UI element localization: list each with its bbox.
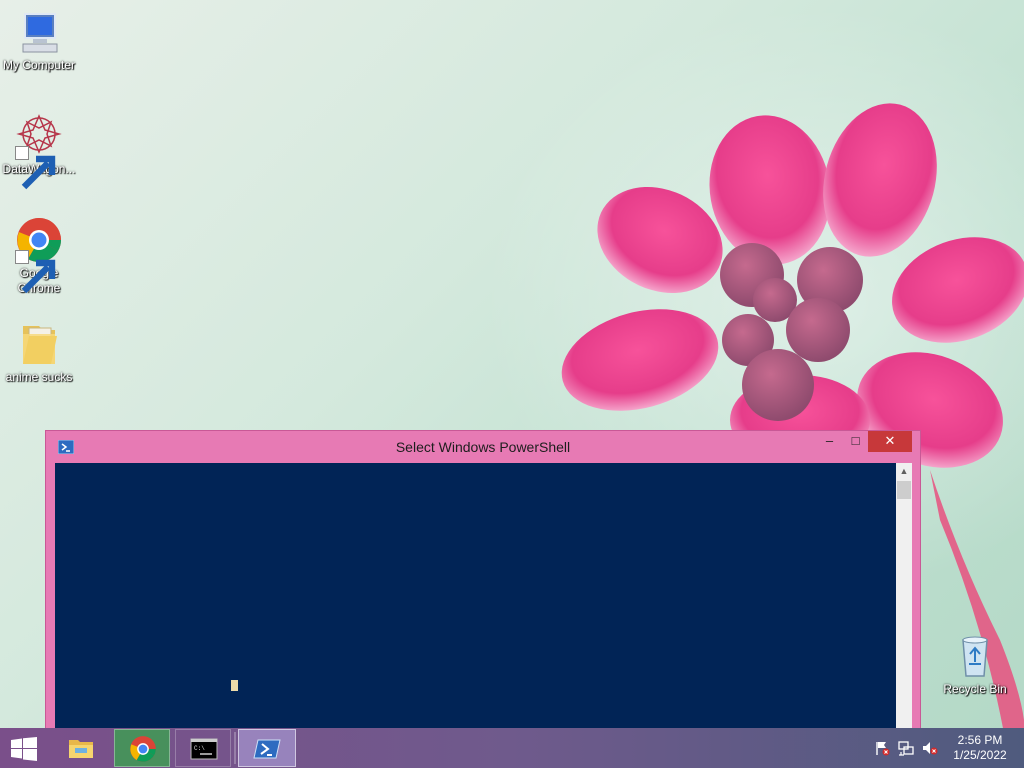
folder-icon xyxy=(15,320,63,368)
flag-icon xyxy=(876,742,890,756)
taskbar-separator xyxy=(234,732,236,764)
svg-text:C:\: C:\ xyxy=(194,745,205,752)
desktop-icon-label: anime sucks xyxy=(5,370,73,384)
minimize-button[interactable]: – xyxy=(816,431,843,452)
desktop-icon-datawagon[interactable]: DataWagon... xyxy=(1,112,77,190)
action-center-flag[interactable] xyxy=(874,740,890,756)
file-explorer-icon xyxy=(69,740,93,758)
computer-icon xyxy=(15,8,63,56)
cmd-icon: C:\ xyxy=(190,738,218,760)
system-clock[interactable]: 2:56 PM 1/25/2022 xyxy=(946,733,1014,763)
start-icon xyxy=(11,737,37,761)
scroll-up-button[interactable]: ▲ xyxy=(896,463,912,480)
text-cursor xyxy=(231,680,238,691)
scroll-thumb[interactable] xyxy=(897,481,911,499)
vertical-scrollbar[interactable]: ▲ xyxy=(896,463,912,729)
network-icon xyxy=(898,741,914,756)
recycle-bin-icon xyxy=(951,632,999,680)
volume-control[interactable] xyxy=(922,740,938,756)
shortcut-arrow-icon xyxy=(15,146,56,190)
taskbar-chrome[interactable] xyxy=(114,729,170,767)
chrome-icon xyxy=(130,736,156,762)
desktop-icon-recycle-bin[interactable]: Recycle Bin xyxy=(937,632,1013,697)
taskbar-file-explorer[interactable] xyxy=(53,729,109,767)
desktop-icon-label: My Computer xyxy=(2,58,76,72)
clock-date: 1/25/2022 xyxy=(953,748,1007,762)
desktop-icon-anime-sucks[interactable]: anime sucks xyxy=(1,320,77,385)
volume-muted-icon xyxy=(923,742,938,755)
start-button[interactable] xyxy=(0,729,48,767)
clock-time: 2:56 PM xyxy=(957,733,1003,747)
desktop-icon-my-computer[interactable]: My Computer xyxy=(1,8,77,73)
window-title: Select Windows PowerShell xyxy=(395,439,571,455)
taskbar-command-prompt[interactable]: C:\ xyxy=(175,729,231,767)
console-area[interactable] xyxy=(55,463,896,729)
maximize-button[interactable]: □ xyxy=(842,431,869,452)
network-status[interactable] xyxy=(898,740,914,756)
powershell-window[interactable]: Select Windows PowerShell – □ ✕ ▲ xyxy=(45,430,921,730)
chrome-icon xyxy=(15,216,63,294)
shortcut-arrow-icon xyxy=(15,250,56,294)
taskbar: C:\ 2:56 PM 1/25/2022 xyxy=(0,728,1024,768)
close-button[interactable]: ✕ xyxy=(868,431,912,452)
taskbar-powershell[interactable] xyxy=(238,729,296,767)
powershell-icon xyxy=(253,739,281,759)
desktop-icon-google-chrome[interactable]: Google Chrome xyxy=(1,216,77,296)
desktop-icon-label: Recycle Bin xyxy=(943,682,1007,696)
datawagon-icon xyxy=(15,112,63,190)
window-titlebar[interactable]: Select Windows PowerShell – □ ✕ xyxy=(46,431,920,462)
